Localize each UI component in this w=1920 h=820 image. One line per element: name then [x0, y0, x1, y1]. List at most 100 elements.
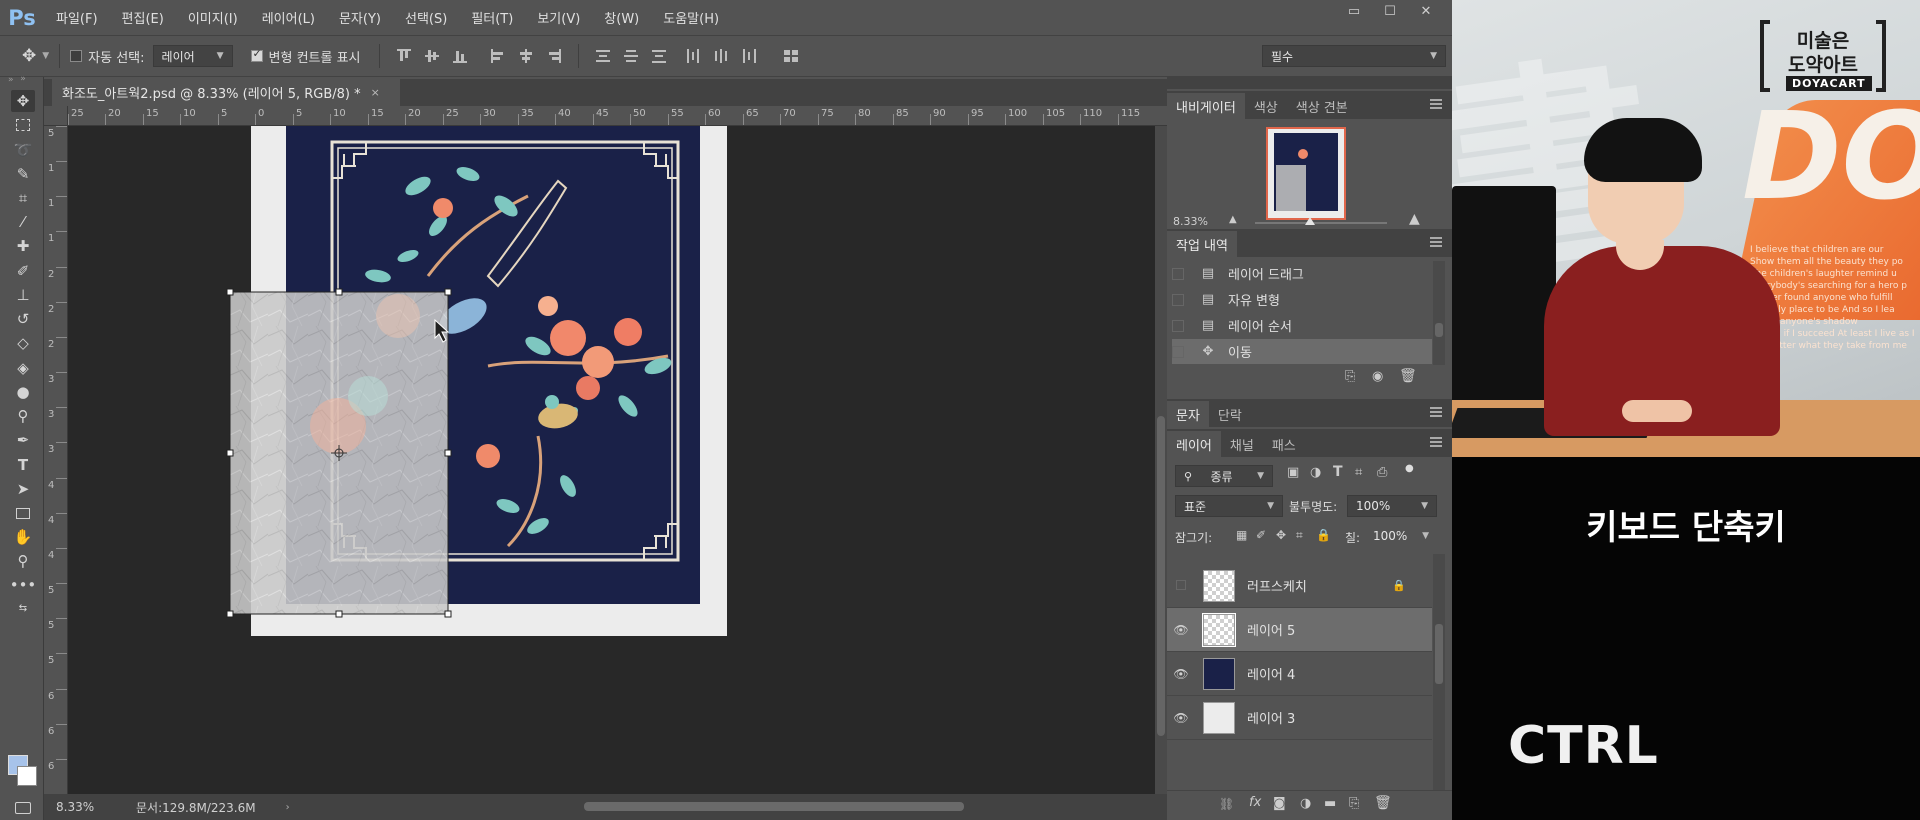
navigator-zoom-slider[interactable]	[1255, 217, 1387, 225]
rectangle-tool-icon[interactable]	[11, 502, 35, 524]
menu-image[interactable]: 이미지(I)	[176, 8, 250, 27]
align-vcenter-icon[interactable]	[424, 49, 439, 63]
blur-tool-icon[interactable]: ●	[11, 381, 35, 403]
eyedropper-tool-icon[interactable]: ⁄	[11, 211, 35, 233]
navigator-zoom[interactable]: 8.33%	[1173, 215, 1208, 228]
canvas-area[interactable]	[68, 126, 1155, 794]
maximize-button[interactable]: ☐	[1372, 0, 1408, 24]
distribute-bottom-icon[interactable]	[651, 49, 666, 63]
close-tab-icon[interactable]: ×	[371, 86, 380, 99]
new-layer-icon[interactable]: ⎘	[1349, 796, 1359, 811]
tab-swatches[interactable]: 색상 견본	[1287, 93, 1357, 119]
menu-type[interactable]: 문자(Y)	[327, 8, 393, 27]
history-snapshot-checkbox[interactable]	[1172, 293, 1184, 306]
brush-tool-icon[interactable]: ✐	[11, 260, 35, 282]
menu-edit[interactable]: 편집(E)	[110, 8, 176, 27]
tab-paragraph[interactable]: 단락	[1209, 401, 1251, 427]
status-zoom[interactable]: 8.33%	[44, 800, 104, 814]
collapse-toolbar-icon[interactable]: »	[11, 73, 35, 85]
history-item-selected[interactable]: ✥ 이동	[1172, 339, 1432, 364]
align-right-icon[interactable]	[547, 49, 561, 63]
layers-scrollbar[interactable]	[1433, 554, 1445, 794]
align-bottom-icon[interactable]	[452, 49, 467, 63]
layer-row[interactable]: 러프스케치 🔒	[1167, 564, 1432, 608]
lock-artboard-icon[interactable]: ⌗	[1296, 528, 1303, 543]
layer-row[interactable]: 👁 레이어 4	[1167, 652, 1432, 696]
eye-icon[interactable]: 👁	[1167, 667, 1195, 681]
vertical-scrollbar[interactable]	[1155, 126, 1167, 794]
lock-position-icon[interactable]: ✥	[1276, 528, 1286, 542]
trash-icon[interactable]: 🗑	[1399, 368, 1417, 384]
auto-select-target-dropdown[interactable]: 레이어 ▼	[152, 45, 233, 67]
chevron-down-icon[interactable]: ▼	[42, 51, 49, 61]
show-transform-controls-checkbox[interactable]	[250, 47, 263, 62]
panel-menu-icon[interactable]	[1430, 237, 1442, 247]
opacity-field[interactable]: 100% ▼	[1347, 495, 1437, 517]
history-scrollbar[interactable]	[1433, 261, 1445, 365]
distribute-top-icon[interactable]	[595, 49, 610, 63]
new-group-icon[interactable]: ▬	[1324, 796, 1336, 811]
distribute-right-icon[interactable]	[742, 49, 756, 63]
collapse-panels-icon[interactable]: »	[8, 75, 14, 85]
navigator-zoom-handle[interactable]	[1305, 217, 1316, 225]
crop-tool-icon[interactable]: ⌗	[11, 187, 35, 209]
tab-channels[interactable]: 채널	[1221, 431, 1263, 457]
eye-icon[interactable]: 👁	[1167, 623, 1195, 637]
panel-menu-icon[interactable]	[1430, 437, 1442, 447]
panel-menu-icon[interactable]	[1430, 407, 1442, 417]
menu-layer[interactable]: 레이어(L)	[250, 8, 327, 27]
hand-tool-icon[interactable]: ✋	[11, 526, 35, 548]
minimize-button[interactable]: ▭	[1336, 0, 1372, 24]
history-snapshot-checkbox[interactable]	[1172, 319, 1184, 332]
fx-icon[interactable]: fx	[1249, 795, 1261, 810]
history-brush-tool-icon[interactable]: ↺	[11, 308, 35, 330]
camera-icon[interactable]: ◉	[1372, 369, 1383, 384]
zoom-in-icon[interactable]: ▲	[1409, 211, 1420, 227]
filter-shape-icon[interactable]: ⌗	[1355, 465, 1362, 480]
auto-align-layers-icon[interactable]	[783, 49, 798, 63]
history-item[interactable]: ▤ 레이어 순서	[1172, 313, 1432, 338]
tab-layers[interactable]: 레이어	[1167, 431, 1221, 457]
move-tool-preset-icon[interactable]: ✥	[22, 46, 36, 66]
document-tab[interactable]: 화조도_아트웍2.psd @ 8.33% (레이어 5, RGB/8) * ×	[52, 79, 400, 106]
tab-navigator[interactable]: 내비게이터	[1167, 93, 1245, 119]
clone-stamp-tool-icon[interactable]: ⊥	[11, 284, 35, 306]
healing-brush-tool-icon[interactable]: ✚	[11, 235, 35, 257]
filter-smart-object-icon[interactable]: ⎙	[1377, 465, 1387, 480]
tab-history[interactable]: 작업 내역	[1167, 231, 1237, 257]
history-snapshot-checkbox[interactable]	[1172, 345, 1184, 358]
menu-select[interactable]: 선택(S)	[393, 8, 459, 27]
layer-row-selected[interactable]: 👁 레이어 5	[1167, 608, 1432, 652]
close-button[interactable]: ✕	[1408, 0, 1444, 24]
distribute-hcenter-icon[interactable]	[714, 49, 728, 63]
history-snapshot-checkbox[interactable]	[1172, 267, 1184, 280]
scroll-thumb[interactable]	[1157, 416, 1165, 736]
horizontal-scrollbar[interactable]	[584, 802, 964, 811]
background-color-swatch[interactable]	[17, 766, 37, 786]
paint-bucket-tool-icon[interactable]: ◈	[11, 357, 35, 379]
add-mask-icon[interactable]: ◙	[1273, 796, 1286, 811]
align-left-icon[interactable]	[490, 49, 505, 63]
navigator-thumbnail[interactable]	[1266, 127, 1346, 220]
workspace-dropdown[interactable]: 필수 ▼	[1262, 45, 1446, 67]
menu-window[interactable]: 창(W)	[592, 8, 651, 27]
align-hcenter-icon[interactable]	[519, 49, 533, 63]
lock-transparent-icon[interactable]: ▦	[1236, 528, 1247, 542]
menu-help[interactable]: 도움말(H)	[651, 8, 731, 27]
layer-row[interactable]: 👁 레이어 3	[1167, 696, 1432, 740]
menu-file[interactable]: 파일(F)	[44, 8, 110, 27]
align-top-icon[interactable]	[396, 49, 411, 63]
tab-paths[interactable]: 패스	[1263, 431, 1305, 457]
tab-character[interactable]: 문자	[1167, 401, 1209, 427]
layer-filter-kind-dropdown[interactable]: ⚲ 종류 ▼	[1175, 465, 1273, 487]
more-tools-icon[interactable]: •••	[10, 574, 37, 596]
history-item[interactable]: ▤ 레이어 드래그	[1172, 261, 1432, 286]
link-layers-icon[interactable]: ⛓	[1219, 797, 1234, 811]
ruler-origin[interactable]	[44, 106, 68, 126]
new-document-from-state-icon[interactable]: ⎘	[1345, 369, 1355, 384]
lasso-tool-icon[interactable]: ➰	[11, 139, 35, 161]
history-item[interactable]: ▤ 자유 변형	[1172, 287, 1432, 312]
filter-toggle-icon[interactable]: ●	[1405, 463, 1414, 474]
artwork-canvas[interactable]	[68, 126, 1155, 794]
panel-menu-icon[interactable]	[1430, 99, 1442, 109]
